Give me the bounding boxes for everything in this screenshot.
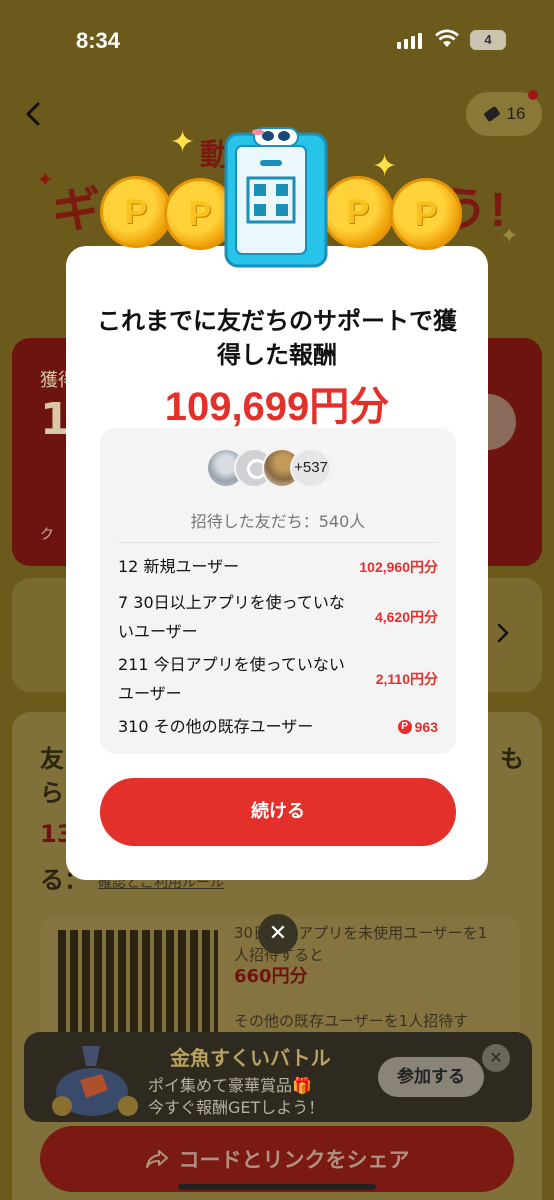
share-code-button[interactable]: コードとリンクをシェア — [40, 1126, 514, 1192]
invite-stats-panel: +537 招待した友だち：540人 12 新規ユーザー 102,960円分 7 … — [100, 428, 456, 754]
point-badge-icon: P — [397, 719, 412, 734]
invite-heading: 友ら — [40, 745, 64, 807]
home-indicator — [178, 1184, 376, 1190]
modal-close-icon[interactable]: ✕ — [258, 914, 298, 954]
ticket-counter[interactable]: 16 — [466, 90, 542, 136]
join-button[interactable]: 参加する — [378, 1057, 484, 1097]
coin-icon — [390, 178, 462, 250]
goldfish-battle-banner[interactable]: 金魚すくいバトル ポイ集めて豪華賞品🎁 今すぐ報酬GETしよう！ 参加する ✕ — [24, 1032, 532, 1122]
invite-heading-right: も — [500, 745, 524, 773]
banner-close-icon[interactable]: ✕ — [482, 1044, 510, 1072]
sparkle-icon: ✦ — [500, 224, 519, 249]
stat-row-inactive-30d: 7 30日以上アプリを使っていないユーザー 4,620円分 — [118, 588, 438, 646]
avatar-more-count: +537 — [290, 448, 332, 488]
coin-icon — [100, 176, 172, 248]
stat-value: 102,960円分 — [359, 558, 438, 575]
continue-button[interactable]: 続ける — [100, 778, 456, 846]
sparkle-icon: ✦ — [170, 125, 196, 160]
stat-value: 4,620円分 — [374, 609, 438, 625]
cell-signal-icon — [397, 33, 422, 49]
stat-row-new-users: 12 新規ユーザー 102,960円分 — [118, 552, 438, 581]
notification-dot — [528, 90, 538, 100]
rewards-modal: これまでに友だちのサポートで獲得した報酬 109,699円分 +537 招待した… — [66, 246, 488, 880]
wifi-icon — [435, 29, 459, 47]
modal-title: これまでに友だちのサポートで獲得した報酬 — [97, 307, 457, 369]
back-chevron-icon[interactable] — [20, 98, 48, 130]
clock: 8:34 — [76, 28, 121, 53]
ticket-icon — [483, 106, 500, 122]
friend-avatars: +537 — [206, 448, 346, 488]
chevron-right-icon — [497, 623, 509, 643]
stat-label: 7 30日以上アプリを使っていないユーザー — [118, 593, 345, 641]
banner-line-2: 今すぐ報酬GETしよう！ — [148, 1098, 325, 1117]
sparkle-icon: ✦ — [372, 149, 398, 184]
hero-title: ギ — [52, 184, 103, 237]
stat-value: 2,110円分 — [375, 671, 438, 687]
stat-label: 310 その他の既存ユーザー — [118, 717, 314, 736]
banner-title: 金魚すくいバトル — [170, 1046, 331, 1070]
stat-row-existing-users: 310 その他の既存ユーザー P 963 — [118, 712, 438, 741]
total-reward-amount: 109,699円分 — [164, 385, 390, 429]
divider — [118, 542, 438, 543]
sparkle-icon: ✦ — [36, 168, 55, 193]
share-icon — [145, 1150, 168, 1168]
goldfish-bag-icon — [52, 1046, 138, 1116]
status-bar: 8:34 4 — [0, 0, 554, 80]
stat-row-inactive-today: 211 今日アプリを使っていないユーザー 2,110円分 — [118, 650, 438, 708]
earnings-footer[interactable]: ク — [40, 524, 54, 544]
invited-friends-count: 招待した友だち：540人 — [190, 512, 366, 531]
ticket-count: 16 — [506, 104, 526, 123]
stat-label: 12 新規ユーザー — [118, 557, 240, 576]
stat-label: 211 今日アプリを使っていないユーザー — [118, 655, 345, 703]
share-button-label: コードとリンクをシェア — [178, 1148, 410, 1172]
stat-value: P 963 — [397, 712, 438, 741]
battery-icon: 4 — [470, 30, 506, 50]
phone-mascot-icon — [224, 127, 328, 268]
banner-line-1: ポイ集めて豪華賞品🎁 — [148, 1076, 312, 1095]
battery-level: 4 — [484, 32, 492, 47]
